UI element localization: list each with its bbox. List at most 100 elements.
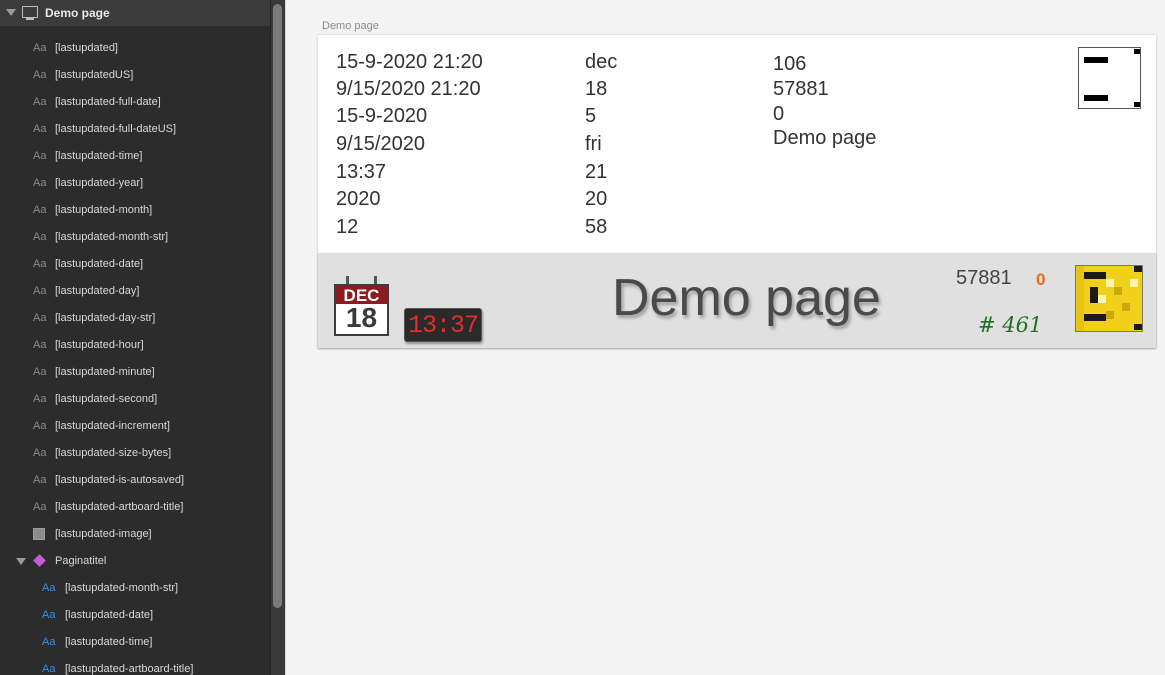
layer-label: [lastupdated-hour]: [55, 339, 144, 351]
layer-row[interactable]: Aa [lastupdated]: [0, 35, 270, 62]
disclosure-triangle-icon[interactable]: [16, 558, 26, 565]
size-bytes-value[interactable]: 57881: [956, 267, 1012, 290]
layer-label: [lastupdated-full-dateUS]: [55, 123, 177, 135]
text-layer-value[interactable]: 106: [773, 52, 806, 76]
text-layer-icon: Aa: [33, 312, 47, 324]
digital-clock: 13:37: [404, 308, 482, 342]
layer-row[interactable]: Aa [lastupdated-date]: [0, 251, 270, 278]
text-layer-value[interactable]: 0: [773, 102, 784, 126]
symbol-icon: [33, 554, 46, 567]
thumbnail-pixel: [1134, 49, 1140, 54]
layer-row[interactable]: Aa [lastupdated-year]: [0, 170, 270, 197]
autosaved-value[interactable]: 0: [1036, 270, 1045, 290]
text-layer-value[interactable]: 20: [585, 187, 607, 211]
layer-row[interactable]: Aa [lastupdated-month-str]: [0, 224, 270, 251]
artboard-title[interactable]: Demo page: [322, 20, 379, 32]
layer-row[interactable]: Aa [lastupdated-time]: [0, 143, 270, 170]
text-layer-value[interactable]: dec: [585, 50, 617, 74]
calendar-day: 18: [345, 302, 378, 333]
lastupdated-image-thumbnail[interactable]: [1078, 47, 1141, 109]
text-layer-value[interactable]: 5: [585, 104, 596, 128]
text-layer-value[interactable]: 13:37: [336, 160, 386, 184]
thumbnail-pixel: [1084, 95, 1108, 101]
text-layer-icon: Aa: [33, 285, 47, 297]
layer-row[interactable]: Aa [lastupdated-month]: [0, 197, 270, 224]
text-layer-icon: Aa: [33, 204, 47, 216]
layer-row-child[interactable]: Aa [lastupdated-month-str]: [0, 575, 270, 602]
text-layer-value[interactable]: Demo page: [773, 126, 876, 150]
layer-row[interactable]: Aa [lastupdatedUS]: [0, 62, 270, 89]
thumbnail-pixel: [1084, 272, 1106, 279]
text-layer-icon: Aa: [33, 474, 47, 486]
layer-label: [lastupdated-month]: [55, 204, 153, 216]
text-layer-value[interactable]: 2020: [336, 187, 381, 211]
layer-label: [lastupdated-date]: [55, 258, 144, 270]
text-layer-value[interactable]: 12: [336, 215, 358, 239]
layer-row[interactable]: Aa [lastupdated-full-date]: [0, 89, 270, 116]
thumbnail-pixel: [1134, 102, 1140, 107]
text-layer-value[interactable]: 58: [585, 215, 607, 239]
layer-row[interactable]: [lastupdated-image]: [0, 521, 270, 548]
text-layer-icon: Aa: [42, 663, 56, 675]
layer-label: [lastupdated-month-str]: [55, 231, 169, 243]
artboard-icon: [22, 6, 38, 20]
page-row-label: Demo page: [45, 6, 110, 20]
text-layer-value[interactable]: 15-9-2020: [336, 104, 427, 128]
layer-row[interactable]: Aa [lastupdated-minute]: [0, 359, 270, 386]
text-layer-value[interactable]: 9/15/2020 21:20: [336, 77, 481, 101]
text-layer-icon: Aa: [33, 150, 47, 162]
layer-label: [lastupdated-full-date]: [55, 96, 161, 108]
page-row-demo-page[interactable]: Demo page: [0, 0, 270, 26]
layer-label: [lastupdated-minute]: [55, 366, 155, 378]
text-layer-icon: Aa: [33, 177, 47, 189]
text-layer-icon: Aa: [33, 393, 47, 405]
layer-row[interactable]: Aa [lastupdated-day]: [0, 278, 270, 305]
text-layer-icon: Aa: [33, 339, 47, 351]
layer-row-child[interactable]: Aa [lastupdated-time]: [0, 629, 270, 656]
layer-row[interactable]: Aa [lastupdated-size-bytes]: [0, 440, 270, 467]
calendar-ring: [346, 276, 349, 284]
layer-row[interactable]: Aa [lastupdated-artboard-title]: [0, 494, 270, 521]
text-layer-value[interactable]: 21: [585, 160, 607, 184]
layer-group-label: Paginatitel: [55, 555, 107, 567]
layer-label: [lastupdated]: [55, 42, 118, 54]
clock-time: 13:37: [407, 311, 479, 340]
layer-row[interactable]: Aa [lastupdated-hour]: [0, 332, 270, 359]
layer-group-paginatitel[interactable]: Paginatitel: [0, 548, 270, 575]
pagination-page-title[interactable]: Demo page: [612, 268, 881, 328]
text-layer-icon: Aa: [33, 69, 47, 81]
text-layer-value[interactable]: 15-9-2020 21:20: [336, 50, 483, 74]
text-layer-icon: Aa: [33, 420, 47, 432]
text-layer-value[interactable]: 57881: [773, 77, 829, 101]
layer-label: [lastupdated-day-str]: [55, 312, 156, 324]
thumbnail-pixel: [1098, 295, 1106, 303]
layer-row-child[interactable]: Aa [lastupdated-artboard-title]: [0, 656, 270, 675]
text-layer-value[interactable]: 9/15/2020: [336, 132, 425, 156]
layer-label: [lastupdated-month-str]: [65, 582, 179, 594]
thumbnail-pixel: [1084, 57, 1108, 63]
layer-row[interactable]: Aa [lastupdated-day-str]: [0, 305, 270, 332]
layer-label: [lastupdated-is-autosaved]: [55, 474, 185, 486]
layer-label: [lastupdated-artboard-title]: [65, 663, 194, 675]
disclosure-triangle-icon[interactable]: [6, 9, 16, 16]
layer-row[interactable]: Aa [lastupdated-full-dateUS]: [0, 116, 270, 143]
text-layer-icon: Aa: [33, 42, 47, 54]
layer-row[interactable]: Aa [lastupdated-second]: [0, 386, 270, 413]
text-layer-icon: Aa: [33, 231, 47, 243]
text-layer-icon: Aa: [33, 501, 47, 513]
text-layer-value[interactable]: fri: [585, 132, 602, 156]
layer-label: [lastupdated-second]: [55, 393, 158, 405]
sidebar-scrollbar-thumb[interactable]: [273, 4, 282, 608]
pagination-image-thumbnail[interactable]: [1075, 265, 1143, 332]
text-layer-value[interactable]: 18: [585, 77, 607, 101]
layer-row[interactable]: Aa [lastupdated-increment]: [0, 413, 270, 440]
text-layer-icon: Aa: [33, 258, 47, 270]
layer-row[interactable]: Aa [lastupdated-is-autosaved]: [0, 467, 270, 494]
layer-label: [lastupdated-year]: [55, 177, 144, 189]
increment-value[interactable]: # 461: [978, 313, 1042, 337]
calendar-ring: [374, 276, 377, 284]
text-layer-icon: Aa: [42, 582, 56, 594]
thumbnail-pixel: [1106, 311, 1114, 319]
text-layer-icon: Aa: [33, 123, 47, 135]
layer-row-child[interactable]: Aa [lastupdated-date]: [0, 602, 270, 629]
